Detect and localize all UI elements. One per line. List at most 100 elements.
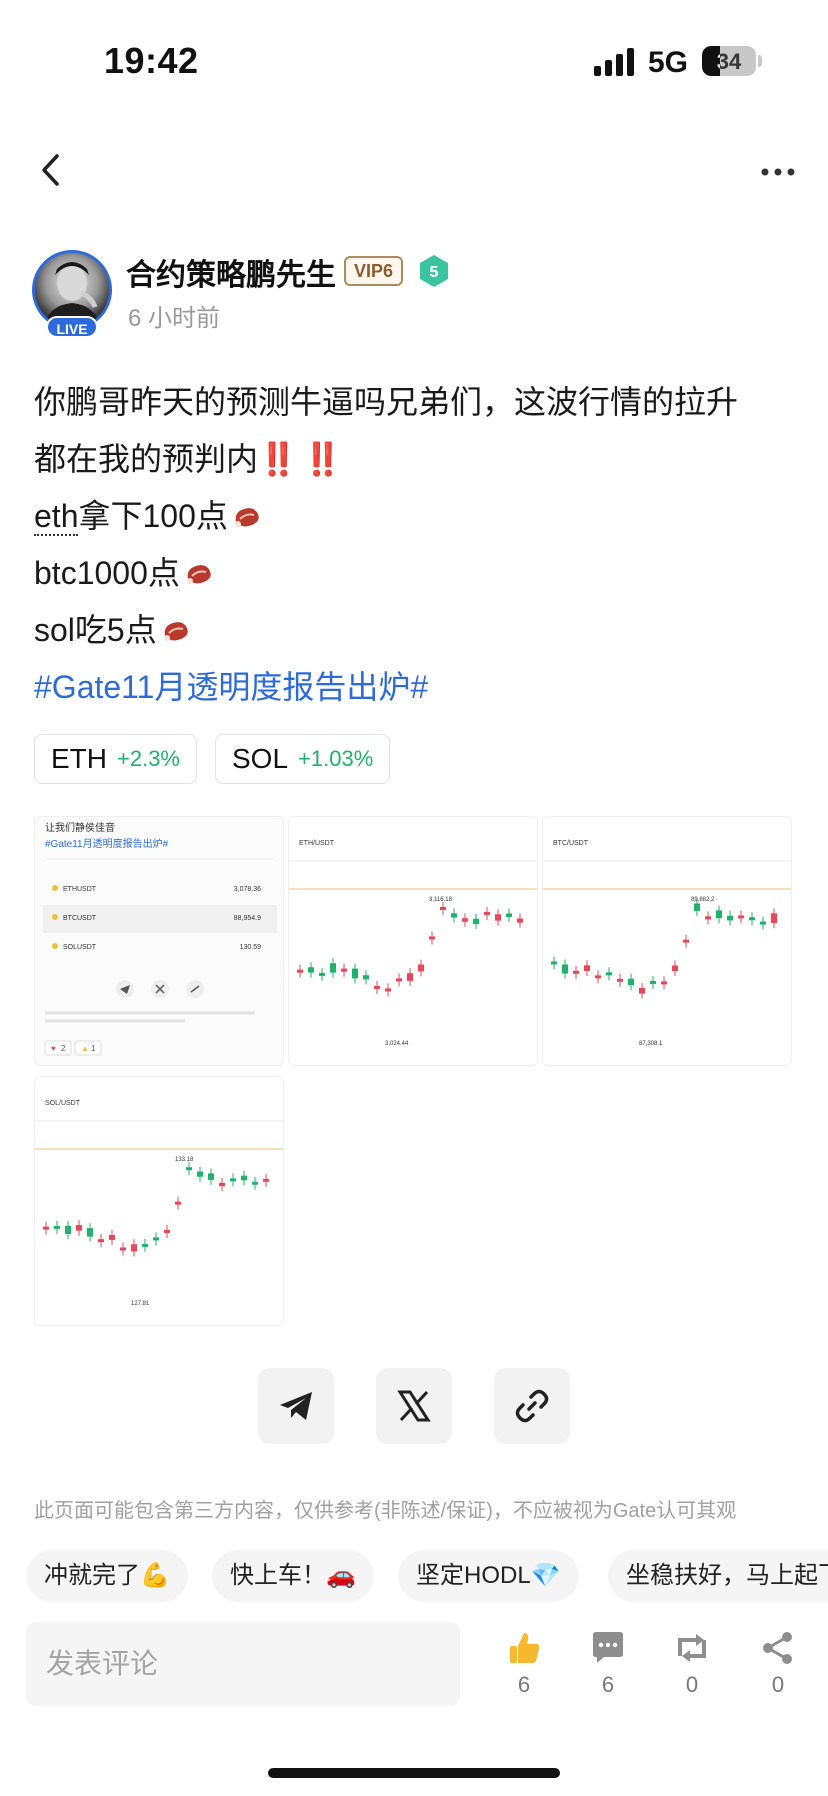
post-line: 都在我的预判内‼️ ‼️ (34, 441, 343, 477)
candle (440, 906, 446, 910)
candle (241, 1175, 247, 1181)
candle (573, 970, 579, 974)
image-thumb-eth-chart[interactable]: ETH/USDT 3,116.18 3,024.44 (288, 816, 538, 1066)
author-avatar[interactable]: LIVE (32, 250, 112, 340)
link-icon (515, 1389, 549, 1423)
ticker-symbol: ETH (51, 743, 107, 774)
svg-text:130.59: 130.59 (240, 944, 262, 951)
candle (131, 1244, 137, 1252)
share-telegram-button[interactable] (258, 1368, 334, 1444)
candle (252, 1181, 258, 1185)
repost-count: 0 (685, 1672, 699, 1697)
comment-button[interactable]: 6 (578, 1630, 638, 1698)
svg-text:#Gate11月透明度报告出炉#: #Gate11月透明度报告出炉# (45, 837, 169, 850)
share-icon (763, 1632, 792, 1664)
svg-text:ETH/USDT: ETH/USDT (299, 840, 335, 847)
image-thumb-card[interactable]: 让我们静侯佳音 #Gate11月透明度报告出炉# ETHUSDT 3,078.3… (34, 816, 284, 1066)
svg-text:SOLUSDT: SOLUSDT (63, 944, 97, 951)
ticker-change: +2.3% (117, 746, 180, 771)
share-link-button[interactable] (494, 1368, 570, 1444)
svg-text:▲: ▲ (81, 1044, 89, 1053)
quick-reply-chip[interactable]: 快上车！🚗 (212, 1550, 374, 1602)
more-button[interactable] (756, 150, 800, 190)
candle (484, 911, 490, 915)
candle (738, 915, 744, 919)
share-card-image: 让我们静侯佳音 #Gate11月透明度报告出炉# ETHUSDT 3,078.3… (35, 817, 283, 1065)
post-time: 6 小时前 (128, 305, 221, 332)
candle (429, 936, 435, 940)
telegram-icon (280, 1392, 312, 1420)
ticker-change: +1.03% (298, 746, 374, 771)
share-button[interactable]: 0 (748, 1630, 808, 1698)
candle (175, 1201, 181, 1205)
candle (208, 1173, 214, 1180)
like-count: 6 (517, 1672, 531, 1697)
candle (705, 916, 711, 920)
quick-reply-chip[interactable]: 坐稳扶好，马上起飞 (608, 1550, 828, 1602)
repost-button[interactable]: 0 (662, 1630, 722, 1698)
chart-bg (35, 1077, 283, 1325)
share-x-button[interactable] (376, 1368, 452, 1444)
candle (749, 917, 755, 921)
author-name[interactable]: 合约策略鹏先生 (126, 250, 336, 294)
vip-badge: VIP6 (344, 256, 404, 286)
like-button[interactable]: 6 (494, 1630, 554, 1698)
battery-cap (758, 55, 762, 67)
home-indicator (268, 1768, 560, 1778)
back-button[interactable] (30, 148, 74, 192)
quick-reply-chip[interactable]: 冲就完了💪 (26, 1550, 188, 1602)
post-line: btc1000点 (34, 545, 804, 602)
image-grid: 让我们静侯佳音 #Gate11月透明度报告出炉# ETHUSDT 3,078.3… (34, 816, 794, 1326)
image-thumb-btc-chart[interactable]: BTC/USDT 89,882.2 87,308.1 (542, 816, 792, 1066)
signal-icon (594, 48, 636, 76)
image-thumb-sol-chart[interactable]: SOL/USDT 133.18 127.81 (34, 1076, 284, 1326)
svg-text:让我们静侯佳音: 让我们静侯佳音 (45, 821, 115, 834)
ticker-symbol: SOL (232, 743, 289, 774)
ticker-eth[interactable]: ETH +2.3% (34, 734, 197, 784)
ticker-sol[interactable]: SOL +1.03% (215, 734, 391, 784)
candle (661, 981, 667, 985)
quick-reply-chips: 冲就完了💪 快上车！🚗 坚定HODL💎 坐稳扶好，马上起飞 (26, 1550, 828, 1602)
candle (319, 972, 325, 976)
post-line: eth拿下100点 (34, 488, 804, 545)
network-label: 5G (648, 46, 689, 79)
svg-text:3,078.36: 3,078.36 (234, 886, 261, 893)
comment-input[interactable] (26, 1622, 460, 1706)
candle (683, 939, 689, 943)
meat-icon (186, 565, 211, 584)
candle (639, 988, 645, 994)
level-badge: 5 (418, 254, 450, 288)
battery-icon: 34 (702, 46, 756, 76)
candle (727, 915, 733, 921)
share-count: 0 (771, 1672, 785, 1697)
candle (120, 1247, 126, 1251)
candle (363, 975, 369, 980)
svg-text:88,954.9: 88,954.9 (234, 915, 261, 922)
svg-text:SOL/USDT: SOL/USDT (45, 1100, 81, 1107)
hashtag-link[interactable]: #Gate11月透明度报告出炉# (34, 659, 804, 716)
eth-kline-chart: ETH/USDT 3,116.18 3,024.44 (289, 817, 537, 1065)
candle (462, 918, 468, 922)
candle (694, 903, 700, 911)
x-icon (397, 1390, 431, 1422)
post-line: 你鹏哥昨天的预测牛逼吗兄弟们，这波行情的拉升 (34, 384, 739, 420)
candle (672, 965, 678, 972)
candle (219, 1182, 225, 1187)
comment-icon (593, 1632, 623, 1663)
candle (606, 972, 612, 976)
candle (341, 968, 347, 972)
candle (374, 985, 380, 989)
quick-reply-chip[interactable]: 坚定HODL💎 (398, 1550, 579, 1602)
candle (562, 964, 568, 974)
svg-text:3,024.44: 3,024.44 (385, 1041, 409, 1047)
candle (650, 980, 656, 984)
svg-text:5: 5 (430, 264, 439, 281)
svg-text:89,882.2: 89,882.2 (691, 897, 715, 903)
candle (418, 964, 424, 972)
candle (54, 1225, 60, 1229)
candle (98, 1239, 104, 1243)
btc-kline-chart: BTC/USDT 89,882.2 87,308.1 (543, 817, 791, 1065)
chart-bg (543, 817, 791, 1065)
candle (153, 1237, 159, 1241)
candle (628, 978, 634, 986)
